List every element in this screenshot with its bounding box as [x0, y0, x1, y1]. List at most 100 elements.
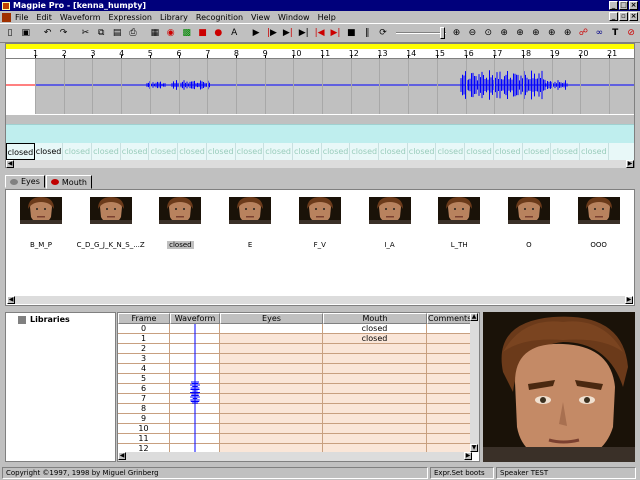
- mouth-track-cell[interactable]: closed: [379, 143, 408, 160]
- table-cell[interactable]: [323, 404, 427, 414]
- link-icon[interactable]: ☍: [577, 26, 591, 40]
- text-tool-icon[interactable]: T: [608, 26, 622, 40]
- table-cell[interactable]: [323, 424, 427, 434]
- expression-item[interactable]: L_TH: [424, 197, 494, 249]
- waveform-view[interactable]: [6, 59, 634, 114]
- table-cell[interactable]: [323, 374, 427, 384]
- step-back-icon[interactable]: |◀: [313, 26, 327, 40]
- cut-icon[interactable]: ✂: [78, 26, 92, 40]
- table-scroll-up[interactable]: ▲: [470, 313, 478, 321]
- table-scroll-left[interactable]: ◀: [118, 452, 126, 460]
- table-cell[interactable]: 7: [118, 394, 170, 404]
- menu-view[interactable]: View: [251, 13, 270, 22]
- table-cell[interactable]: 11: [118, 434, 170, 444]
- table-cell[interactable]: 4: [118, 364, 170, 374]
- table-cell[interactable]: 9: [118, 414, 170, 424]
- table-cell[interactable]: [323, 354, 427, 364]
- table-horizontal-scrollbar[interactable]: ◀ ▶: [118, 452, 472, 461]
- expression-item[interactable]: closed: [145, 197, 215, 250]
- scroll-left-arrow[interactable]: ◀: [6, 160, 14, 168]
- frame-ruler[interactable]: 1 2 3 4 5 6 7 8 9 10 11 12 13 14 15 16 17 18 19 20 21: [6, 49, 634, 59]
- zoom-1-icon[interactable]: ⊕: [497, 26, 511, 40]
- doc-close-button[interactable]: ×: [629, 12, 638, 21]
- zoom-in-icon[interactable]: ⊕: [450, 26, 464, 40]
- menu-waveform[interactable]: Waveform: [60, 13, 101, 22]
- menu-expression[interactable]: Expression: [109, 13, 152, 22]
- zoom-fit-icon[interactable]: ⊙: [481, 26, 495, 40]
- mouth-track-cell[interactable]: closed: [494, 143, 523, 160]
- mouth-track-cell[interactable]: closed: [121, 143, 150, 160]
- column-header[interactable]: Mouth: [323, 313, 427, 324]
- zoom-5-icon[interactable]: ⊕: [561, 26, 575, 40]
- gallery-scrollbar[interactable]: ◀ ▶: [7, 296, 633, 304]
- mouth-track-cell[interactable]: closed: [580, 143, 609, 160]
- mouth-track-cell[interactable]: closed: [150, 143, 179, 160]
- expression-item[interactable]: B_M_P: [6, 197, 76, 249]
- table-cell[interactable]: [220, 364, 323, 374]
- column-header[interactable]: Eyes: [220, 313, 323, 324]
- doc-restore-button[interactable]: ▫: [619, 12, 628, 21]
- column-header[interactable]: Frame: [118, 313, 170, 324]
- image-icon[interactable]: ▩: [180, 26, 194, 40]
- mouth-track-cell[interactable]: closed: [465, 143, 494, 160]
- table-cell[interactable]: [220, 414, 323, 424]
- table-vertical-scrollbar[interactable]: ▲ ▼: [470, 313, 479, 452]
- volume-slider[interactable]: [396, 26, 446, 40]
- table-cell[interactable]: [427, 354, 472, 364]
- libraries-root-item[interactable]: Libraries: [18, 315, 70, 324]
- menu-help[interactable]: Help: [318, 13, 336, 22]
- zoom-out-icon[interactable]: ⊖: [465, 26, 479, 40]
- expression-item[interactable]: E: [215, 197, 285, 249]
- mouth-track-cell[interactable]: closed: [551, 143, 580, 160]
- table-cell[interactable]: 0: [118, 324, 170, 334]
- mouth-track-cell[interactable]: closed: [92, 143, 121, 160]
- table-cell[interactable]: [427, 414, 472, 424]
- play-from-icon[interactable]: ▶ |: [281, 26, 295, 40]
- scroll-right-arrow[interactable]: ▶: [626, 160, 634, 168]
- table-cell[interactable]: [427, 394, 472, 404]
- table-cell[interactable]: [220, 424, 323, 434]
- paste-icon[interactable]: ▤: [110, 26, 124, 40]
- mouth-track-cell[interactable]: closed: [236, 143, 265, 160]
- table-cell[interactable]: 3: [118, 354, 170, 364]
- table-cell[interactable]: [220, 404, 323, 414]
- grid-icon[interactable]: ▦: [148, 26, 162, 40]
- column-header[interactable]: Waveform: [170, 313, 220, 324]
- binoculars-icon[interactable]: ∞: [592, 26, 606, 40]
- table-cell[interactable]: [427, 364, 472, 374]
- timeline-scrollbar[interactable]: ◀ ▶: [6, 160, 634, 168]
- table-scroll-down[interactable]: ▼: [470, 444, 478, 452]
- help-icon[interactable]: ⊘: [624, 26, 638, 40]
- table-cell[interactable]: 2: [118, 344, 170, 354]
- menu-library[interactable]: Library: [160, 13, 188, 22]
- table-cell[interactable]: [323, 414, 427, 424]
- dot-icon[interactable]: ●: [211, 26, 225, 40]
- mouth-track-cell[interactable]: closed: [523, 143, 552, 160]
- table-cell[interactable]: [427, 344, 472, 354]
- step-forward-icon[interactable]: ▶|: [329, 26, 343, 40]
- close-button[interactable]: ×: [629, 1, 638, 10]
- table-cell[interactable]: [323, 394, 427, 404]
- table-cell[interactable]: [220, 324, 323, 334]
- slider-thumb[interactable]: [440, 27, 445, 39]
- copy-icon[interactable]: ⧉: [94, 26, 108, 40]
- table-cell[interactable]: [220, 434, 323, 444]
- table-cell[interactable]: [427, 404, 472, 414]
- menu-recognition[interactable]: Recognition: [196, 13, 243, 22]
- mouth-track[interactable]: closed closed closed closed closed closed clos…: [6, 143, 634, 160]
- gallery-scroll-left[interactable]: ◀: [7, 296, 15, 304]
- redo-icon[interactable]: ↷: [57, 26, 71, 40]
- pause-icon[interactable]: ‖: [360, 26, 374, 40]
- tab-mouth[interactable]: Mouth: [45, 175, 92, 189]
- loop-icon[interactable]: ⟳: [376, 26, 390, 40]
- zoom-2-icon[interactable]: ⊕: [513, 26, 527, 40]
- table-cell[interactable]: 5: [118, 374, 170, 384]
- expression-item[interactable]: OOO: [564, 197, 634, 249]
- table-cell[interactable]: [427, 434, 472, 444]
- mouth-track-cell[interactable]: closed: [293, 143, 322, 160]
- menu-file[interactable]: File: [15, 13, 28, 22]
- mouth-track-cell[interactable]: closed: [63, 143, 93, 160]
- table-cell[interactable]: [427, 374, 472, 384]
- table-cell[interactable]: [323, 434, 427, 444]
- expression-item[interactable]: O: [494, 197, 564, 249]
